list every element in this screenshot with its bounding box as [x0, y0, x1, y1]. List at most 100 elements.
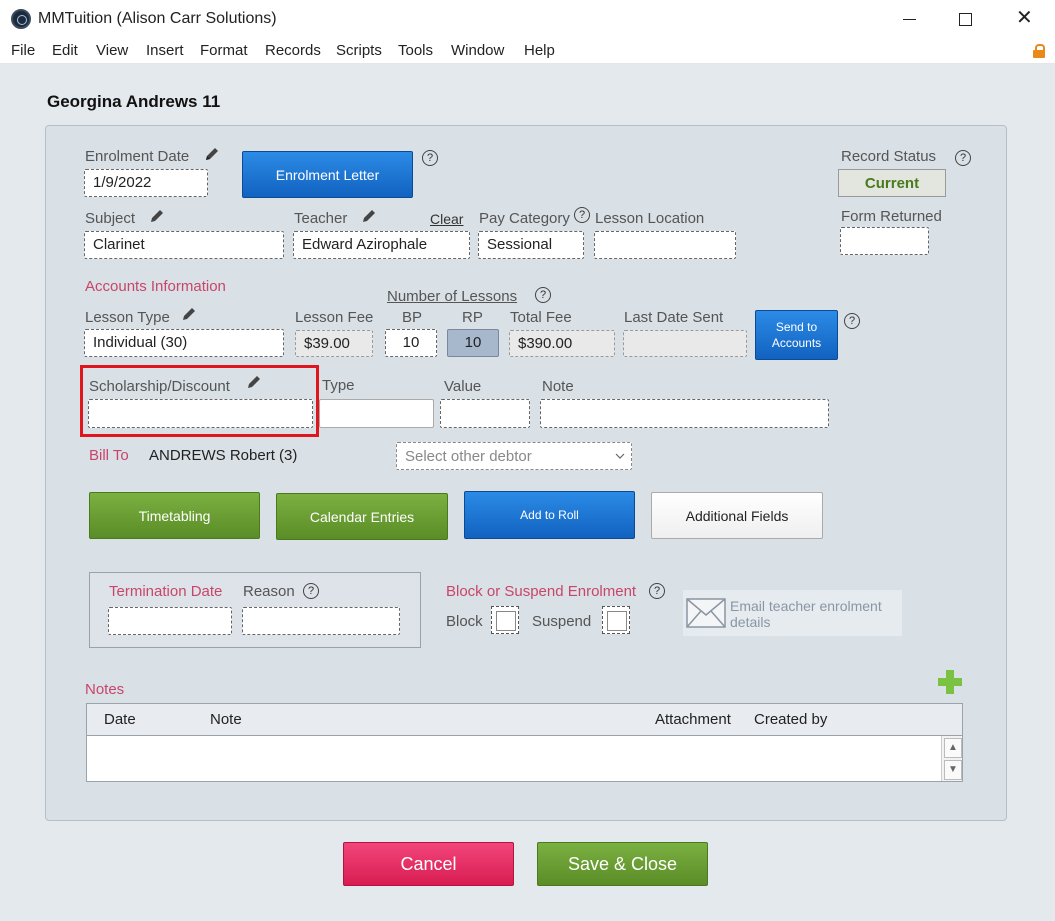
notes-table: Date Note Attachment Created by ▲ ▼ [86, 703, 963, 782]
email-teacher-button[interactable]: Email teacher enrolment details [683, 590, 902, 636]
rp-field[interactable]: 10 [447, 329, 499, 357]
record-status-label: Record Status [841, 148, 937, 165]
menu-scripts[interactable]: Scripts [336, 42, 382, 59]
scroll-up-icon[interactable]: ▲ [944, 738, 962, 758]
lesson-type-label: Lesson Type [85, 309, 170, 326]
notes-table-header: Date Note Attachment Created by [87, 704, 962, 736]
suspend-checkbox[interactable] [602, 606, 630, 634]
send-to-accounts-button[interactable]: Send to Accounts [755, 310, 838, 360]
minimize-icon[interactable] [900, 10, 920, 30]
lesson-location-label: Lesson Location [595, 210, 705, 227]
timetabling-button[interactable]: Timetabling [89, 492, 260, 539]
scholarship-value-label: Value [444, 378, 482, 395]
menu-records[interactable]: Records [265, 42, 321, 59]
scholarship-discount-field[interactable] [88, 399, 313, 428]
block-suspend-help-icon[interactable]: ? [649, 583, 665, 599]
clear-teacher-link[interactable]: Clear [430, 211, 463, 227]
scholarship-note-label: Note [542, 378, 574, 395]
window-title: MMTuition (Alison Carr Solutions) [38, 10, 277, 27]
scholarship-discount-label: Scholarship/Discount [89, 378, 230, 395]
record-status-value: Current [838, 169, 946, 197]
teacher-field[interactable]: Edward Azirophale [293, 231, 470, 259]
envelope-icon [686, 598, 726, 628]
menu-insert[interactable]: Insert [146, 42, 184, 59]
bill-to-value: ANDREWS Robert (3) [149, 447, 298, 464]
rp-label: RP [462, 309, 483, 326]
bill-to-label: Bill To [89, 447, 129, 464]
record-heading: Georgina Andrews 11 [47, 92, 221, 111]
lesson-fee-field: $39.00 [295, 330, 373, 357]
add-to-roll-button[interactable]: Add to Roll [464, 491, 635, 539]
accounts-information-label: Accounts Information [85, 278, 226, 295]
edit-scholarship-pencil-icon[interactable] [245, 373, 263, 391]
notes-col-created-by[interactable]: Created by [754, 711, 827, 728]
enrolment-date-field[interactable]: 1/9/2022 [84, 169, 208, 197]
cancel-button[interactable]: Cancel [343, 842, 514, 886]
menu-bar: File Edit View Insert Format Records Scr… [0, 40, 1055, 64]
menu-format[interactable]: Format [200, 42, 248, 59]
chevron-down-icon [615, 453, 625, 459]
subject-field[interactable]: Clarinet [84, 231, 284, 259]
edit-enrolment-date-pencil-icon[interactable] [203, 145, 221, 163]
menu-window[interactable]: Window [451, 42, 504, 59]
termination-date-label: Termination Date [109, 583, 223, 600]
suspend-label: Suspend [532, 613, 592, 630]
number-of-lessons-label: Number of Lessons [387, 288, 518, 305]
menu-edit[interactable]: Edit [52, 42, 78, 59]
notes-scrollbar[interactable]: ▲ ▼ [941, 736, 962, 781]
scholarship-value-field[interactable] [440, 399, 530, 428]
lesson-type-field[interactable]: Individual (30) [84, 329, 284, 357]
subject-label: Subject [85, 210, 136, 227]
form-returned-field[interactable] [840, 227, 929, 255]
calendar-entries-button[interactable]: Calendar Entries [276, 493, 448, 540]
enrolment-letter-button[interactable]: Enrolment Letter [242, 151, 413, 198]
notes-col-note[interactable]: Note [210, 711, 242, 728]
last-date-sent-field [623, 330, 747, 357]
termination-date-field[interactable] [108, 607, 232, 635]
menu-help[interactable]: Help [524, 42, 555, 59]
other-debtor-placeholder: Select other debtor [405, 448, 532, 465]
send-to-accounts-help-icon[interactable]: ? [844, 313, 860, 329]
maximize-icon[interactable] [956, 10, 976, 30]
number-of-lessons-help-icon[interactable]: ? [535, 287, 551, 303]
block-label: Block [446, 613, 483, 630]
additional-fields-button[interactable]: Additional Fields [651, 492, 823, 539]
pay-category-field[interactable]: Sessional [478, 231, 584, 259]
email-teacher-label: Email teacher enrolment details [730, 598, 882, 630]
menu-file[interactable]: File [11, 42, 35, 59]
block-checkbox[interactable] [491, 606, 519, 634]
lock-icon [1033, 44, 1045, 58]
bp-label: BP [402, 309, 423, 326]
add-note-plus-icon[interactable] [938, 670, 962, 694]
edit-teacher-pencil-icon[interactable] [360, 207, 378, 225]
scroll-down-icon[interactable]: ▼ [944, 760, 962, 780]
form-returned-label: Form Returned [841, 208, 942, 225]
notes-col-attachment[interactable]: Attachment [655, 711, 731, 728]
block-suspend-label: Block or Suspend Enrolment [446, 583, 637, 600]
menu-view[interactable]: View [96, 42, 128, 59]
record-status-help-icon[interactable]: ? [955, 150, 971, 166]
notes-col-date[interactable]: Date [104, 711, 136, 728]
title-bar: MMTuition (Alison Carr Solutions) ✕ [0, 0, 1055, 40]
bp-field[interactable]: 10 [385, 329, 437, 357]
other-debtor-select[interactable]: Select other debtor [396, 442, 632, 470]
total-fee-field: $390.00 [509, 330, 615, 357]
enrolment-letter-help-icon[interactable]: ? [422, 150, 438, 166]
pay-category-help-icon[interactable]: ? [574, 207, 590, 223]
scholarship-note-field[interactable] [540, 399, 829, 428]
menu-tools[interactable]: Tools [398, 42, 433, 59]
termination-reason-label: Reason [243, 583, 295, 600]
save-close-button[interactable]: Save & Close [537, 842, 708, 886]
edit-lesson-type-pencil-icon[interactable] [180, 305, 198, 323]
teacher-label: Teacher [294, 210, 348, 227]
total-fee-label: Total Fee [510, 309, 572, 326]
last-date-sent-label: Last Date Sent [624, 309, 724, 326]
termination-reason-field[interactable] [242, 607, 400, 635]
edit-subject-pencil-icon[interactable] [148, 207, 166, 225]
termination-reason-help-icon[interactable]: ? [303, 583, 319, 599]
close-icon[interactable]: ✕ [1016, 8, 1036, 28]
notes-label: Notes [85, 681, 125, 698]
lesson-location-field[interactable] [594, 231, 736, 259]
app-logo-icon [11, 9, 31, 29]
scholarship-type-field[interactable] [319, 399, 434, 428]
